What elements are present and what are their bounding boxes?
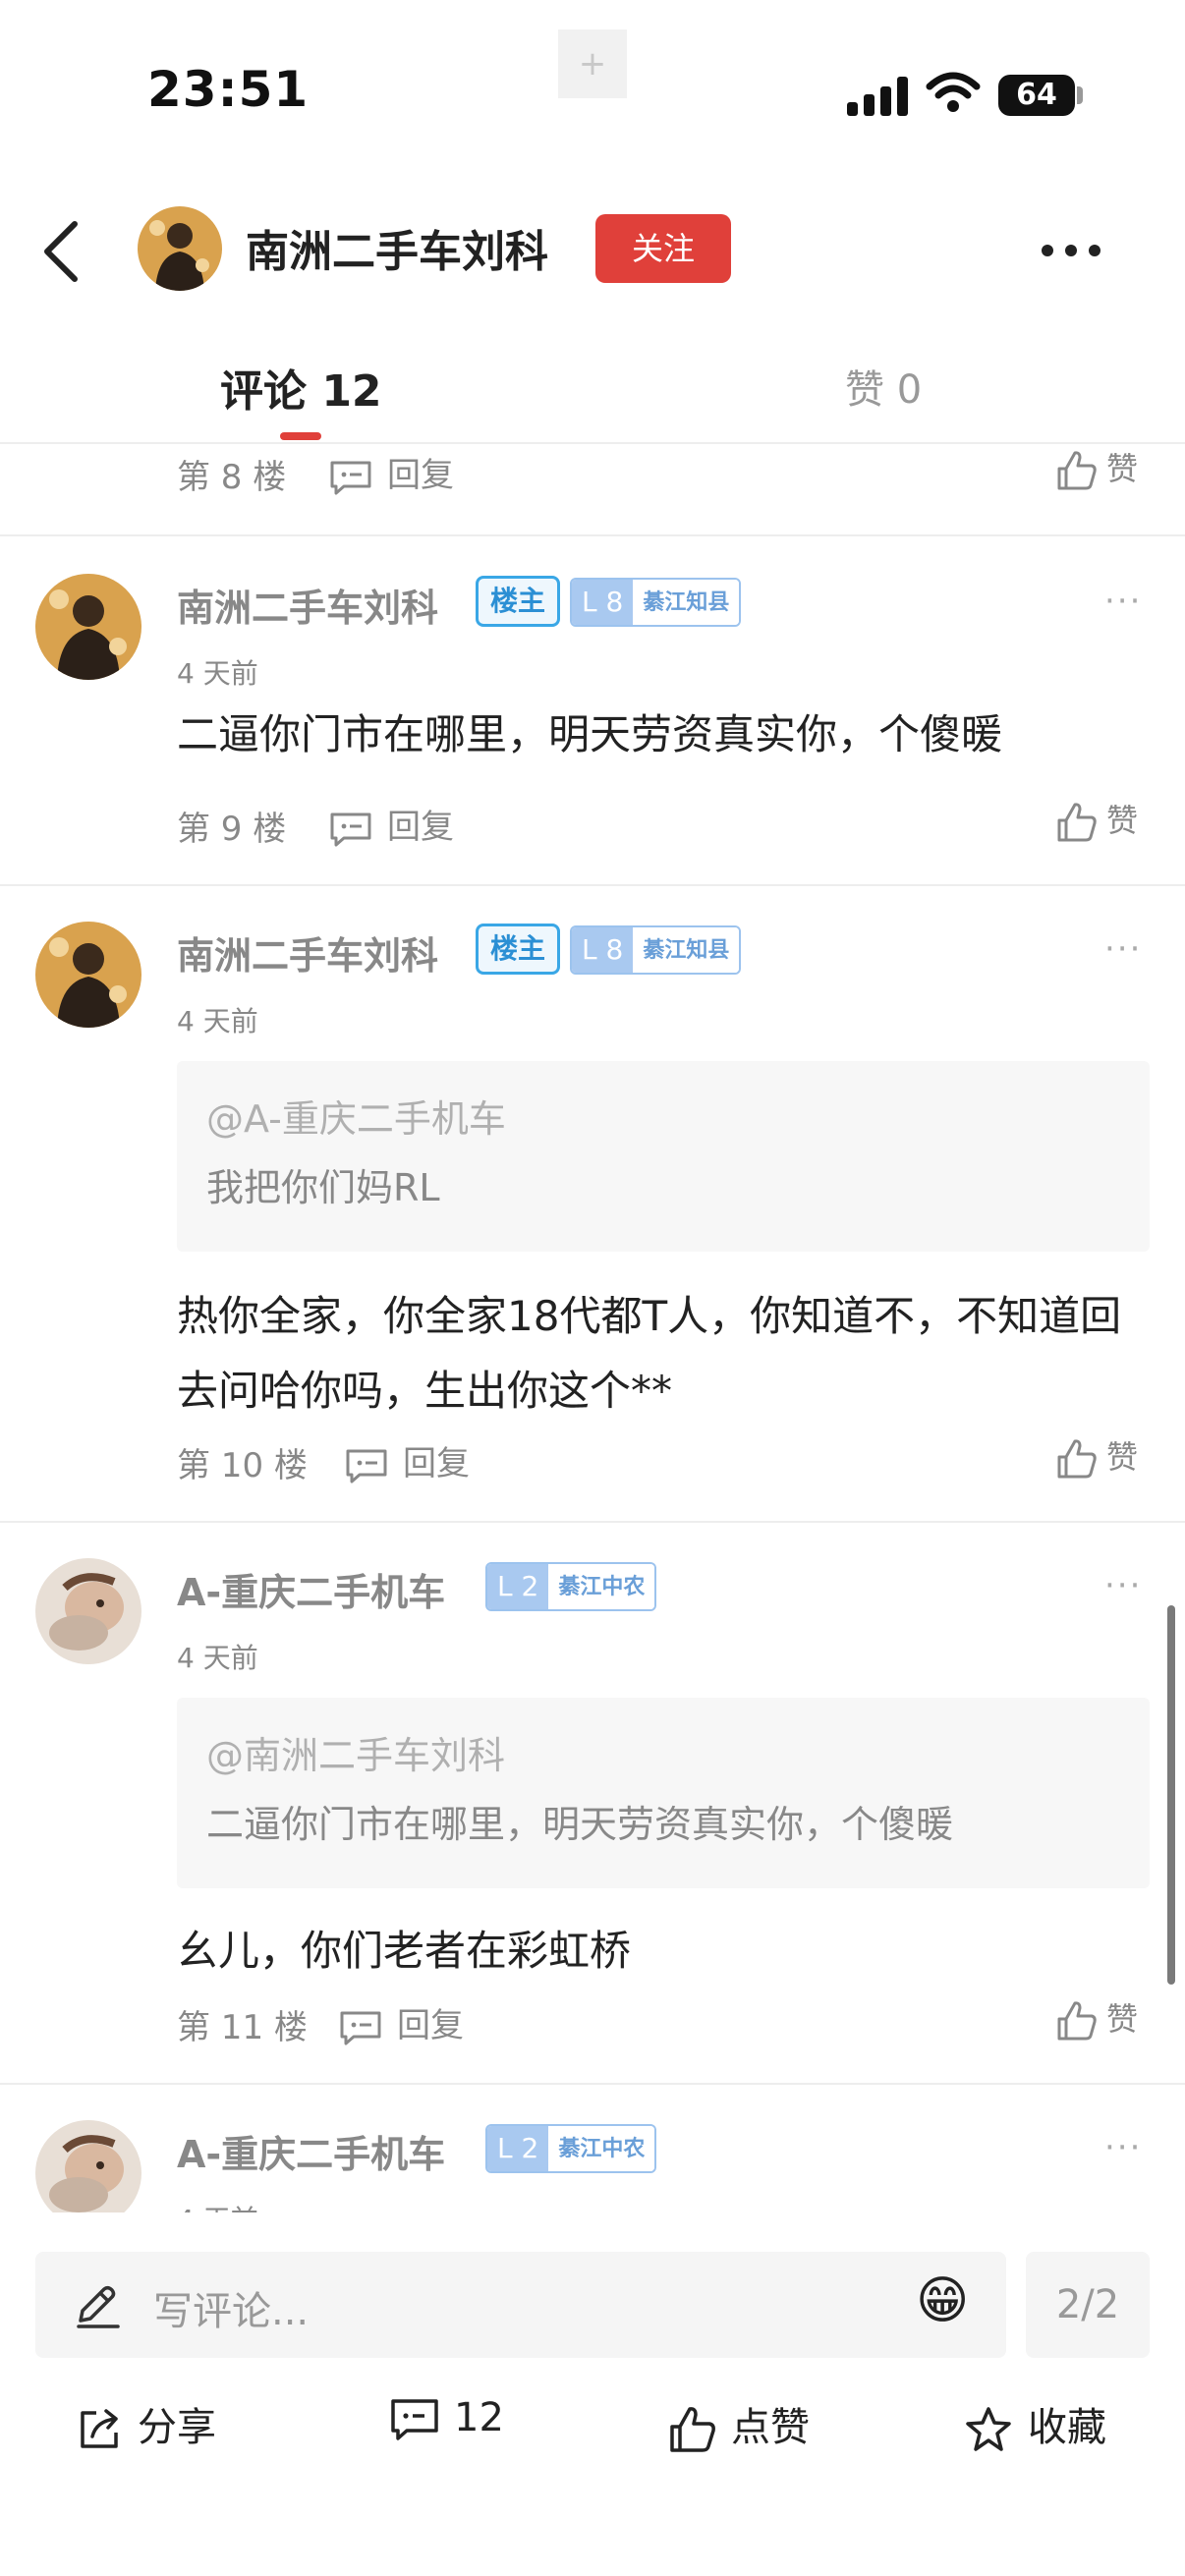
reply-icon: [330, 812, 371, 846]
favorite-button[interactable]: 收藏: [963, 2395, 1106, 2454]
page-title: 南洲二手车刘科: [246, 227, 548, 277]
avatar[interactable]: [35, 2120, 141, 2212]
comment-username[interactable]: 南洲二手车刘科: [177, 925, 438, 980]
comment-time: 4 天前: [177, 2199, 258, 2212]
comment-username[interactable]: 南洲二手车刘科: [177, 578, 438, 632]
quoted-username: @A-重庆二手机车: [206, 1097, 506, 1141]
reply-icon: [340, 2011, 381, 2044]
thumbs-up-icon: [1057, 2001, 1097, 2041]
floor-number: 第 11 楼: [177, 2008, 308, 2047]
comment-text: 二逼你门市在哪里，明天劳资真实你，个傻暖: [177, 710, 1003, 758]
follow-button[interactable]: 关注: [595, 214, 731, 283]
comments-button[interactable]: 12: [389, 2395, 504, 2442]
floor-number: 第 8 楼: [177, 458, 287, 497]
reply-button[interactable]: 回复: [328, 800, 454, 848]
action-bar: 分享 12 点赞 收藏: [0, 2376, 1185, 2484]
like-post-button[interactable]: 点赞: [668, 2395, 810, 2454]
like-button[interactable]: 赞: [1055, 1432, 1138, 1481]
avatar[interactable]: [35, 574, 141, 680]
comment-username[interactable]: A-重庆二手机车: [177, 2124, 445, 2178]
comment-time: 4 天前: [177, 657, 258, 690]
reply-icon: [346, 1449, 387, 1483]
divider: [0, 534, 1185, 536]
quoted-comment[interactable]: @南洲二手车刘科 二逼你门市在哪里，明天劳资真实你，个傻暖: [177, 1698, 1150, 1888]
battery-cap: [1077, 86, 1083, 104]
comment-list[interactable]: 第 8 楼 回复 赞 南洲二手车刘科 楼主 L 8 綦江知县 ··· 4 天前 二…: [0, 444, 1185, 2212]
comment-more-icon[interactable]: ···: [1104, 1566, 1142, 1605]
tab-likes[interactable]: 赞 0: [845, 358, 922, 415]
page-indicator[interactable]: 2/2: [1026, 2252, 1150, 2358]
thumbs-up-icon: [1057, 451, 1097, 490]
like-button[interactable]: 赞: [1055, 444, 1138, 492]
quoted-comment[interactable]: @A-重庆二手机车 我把你们妈RL: [177, 1061, 1150, 1252]
nav-header: 南洲二手车刘科 关注: [0, 187, 1185, 314]
pencil-icon: [71, 2281, 124, 2334]
comment-more-icon[interactable]: ···: [1104, 929, 1142, 969]
divider: [0, 2083, 1185, 2085]
tab-active-indicator: [280, 432, 321, 440]
battery-icon: 64: [998, 75, 1075, 116]
thumbs-up-icon: [670, 2407, 715, 2452]
level-badge: L 2 綦江中农: [485, 2124, 657, 2173]
plus-icon[interactable]: +: [558, 29, 627, 98]
comment-icon: [391, 2399, 438, 2440]
floor-number: 第 10 楼: [177, 1446, 308, 1485]
comment-time: 4 天前: [177, 1005, 258, 1037]
floor-number: 第 9 楼: [177, 810, 287, 849]
status-bar: 23:51 + 64: [0, 0, 1185, 187]
quoted-text: 二逼你门市在哪里，明天劳资真实你，个傻暖: [206, 1803, 954, 1846]
reply-icon: [330, 461, 371, 494]
cellular-signal-icon: [847, 77, 908, 116]
like-button[interactable]: 赞: [1055, 1994, 1138, 2043]
comment-more-icon[interactable]: ···: [1104, 2128, 1142, 2167]
quoted-username: @南洲二手车刘科: [206, 1734, 506, 1777]
comment-more-icon[interactable]: ···: [1104, 582, 1142, 621]
emoji-icon[interactable]: 😁: [916, 2271, 969, 2330]
owner-badge: 楼主: [476, 924, 561, 975]
avatar[interactable]: [35, 1558, 141, 1664]
chevron-left-icon: [44, 221, 78, 282]
comment-username[interactable]: A-重庆二手机车: [177, 1562, 445, 1616]
tab-comments[interactable]: 评论 12: [220, 356, 382, 419]
comment-time: 4 天前: [177, 1642, 258, 1674]
share-icon: [81, 2409, 118, 2448]
avatar[interactable]: [35, 922, 141, 1028]
share-button[interactable]: 分享: [75, 2395, 216, 2454]
level-badge: L 8 綦江知县: [570, 578, 742, 627]
tab-bar: 评论 12 赞 0: [0, 334, 1185, 444]
divider: [0, 1521, 1185, 1523]
scrollbar[interactable]: [1167, 1605, 1175, 1985]
avatar[interactable]: [138, 206, 222, 291]
divider: [0, 884, 1185, 886]
thumbs-up-icon: [1057, 803, 1097, 842]
comment-input[interactable]: 写评论... 😁: [35, 2252, 1006, 2358]
back-button[interactable]: [29, 216, 98, 285]
status-time: 23:51: [147, 61, 310, 118]
more-options-icon[interactable]: [1032, 226, 1110, 275]
reply-button[interactable]: 回复: [344, 1436, 470, 1484]
wifi-icon: [926, 71, 981, 118]
quoted-text: 我把你们妈RL: [206, 1166, 440, 1209]
star-icon: [966, 2407, 1011, 2451]
owner-badge: 楼主: [476, 576, 561, 627]
comment-text: 热你全家，你全家18代都T人，你知道不，不知道回去问哈你吗，生出你这个**: [177, 1292, 1122, 1415]
level-badge: L 2 綦江中农: [485, 1562, 657, 1611]
thumbs-up-icon: [1057, 1439, 1097, 1479]
comment-text: 幺儿，你们老者在彩虹桥: [177, 1927, 632, 1975]
reply-button[interactable]: 回复: [338, 1998, 464, 2046]
level-badge: L 8 綦江知县: [570, 925, 742, 975]
reply-button[interactable]: 回复: [328, 448, 454, 496]
comment-placeholder: 写评论...: [153, 2289, 310, 2334]
like-button[interactable]: 赞: [1055, 796, 1138, 844]
